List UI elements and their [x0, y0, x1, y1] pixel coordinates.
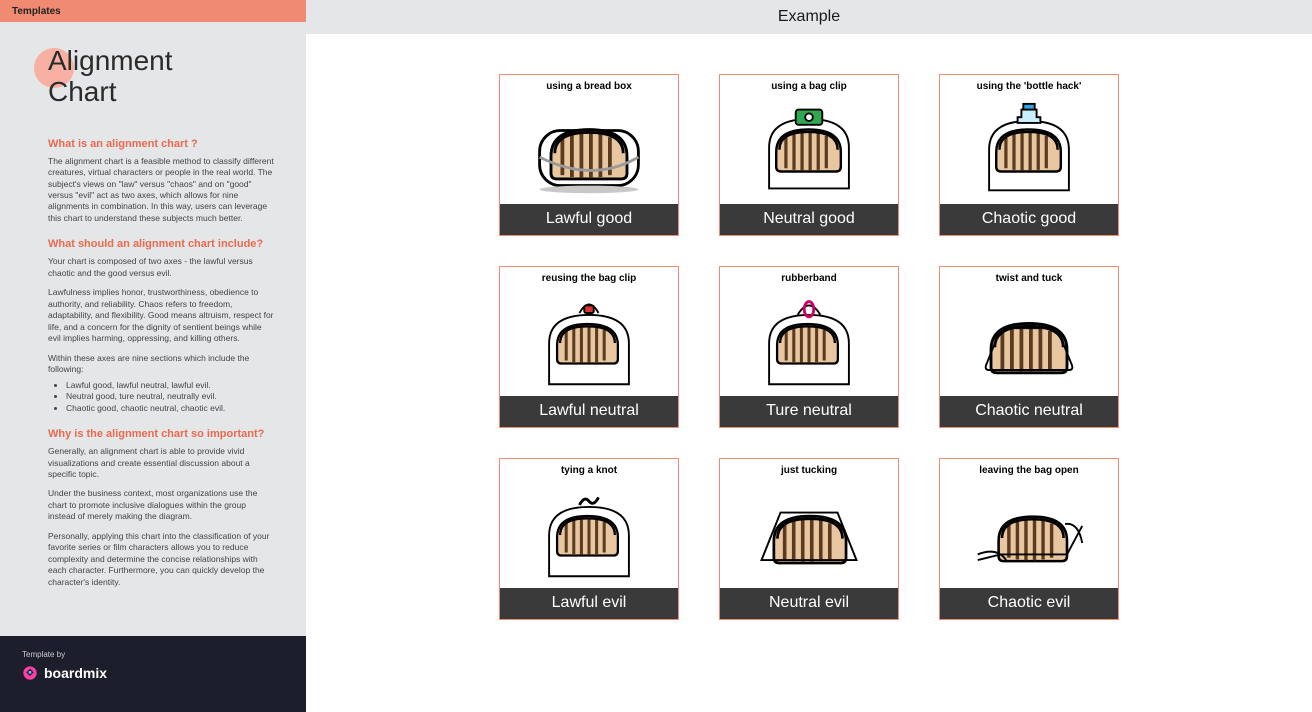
section-text: Lawfulness implies honor, trustworthines… — [48, 287, 274, 344]
list-item: Lawful good, lawful neutral, lawful evil… — [66, 380, 274, 391]
section-heading-why: Why is the alignment chart so important? — [48, 428, 274, 440]
cell-caption: using a bag clip — [720, 75, 898, 94]
section-text: Generally, an alignment chart is able to… — [48, 446, 274, 480]
section-text: Your chart is composed of two axes - the… — [48, 256, 274, 279]
section-list: Lawful good, lawful neutral, lawful evil… — [48, 380, 274, 414]
cell-chaotic-evil: leaving the bag open Chaotic evil — [939, 458, 1119, 620]
sidebar: Templates Alignment Chart What is an ali… — [0, 0, 306, 712]
bread-box-icon — [500, 94, 678, 204]
tab-templates[interactable]: Templates — [0, 6, 73, 17]
cell-label: Lawful good — [500, 204, 678, 235]
cell-label: Chaotic neutral — [940, 396, 1118, 427]
main-area: Example using a b — [306, 0, 1312, 712]
cell-label: Chaotic evil — [940, 588, 1118, 619]
sidebar-title-block: Alignment Chart — [0, 22, 306, 118]
cell-label: Ture neutral — [720, 396, 898, 427]
canvas: using a bread box Lawful good using a ba… — [306, 34, 1312, 712]
bottle-hack-icon — [940, 94, 1118, 204]
section-heading-what-is: What is an alignment chart ? — [48, 138, 274, 150]
cell-caption: just tucking — [720, 459, 898, 478]
section-text: Under the business context, most organiz… — [48, 488, 274, 522]
cell-chaotic-good: using the 'bottle hack' Chaotic good — [939, 74, 1119, 236]
cell-true-neutral: rubberband Ture neutral — [719, 266, 899, 428]
rubberband-icon — [720, 286, 898, 396]
cell-lawful-good: using a bread box Lawful good — [499, 74, 679, 236]
footer-brand[interactable]: boardmix — [22, 665, 284, 681]
section-text: Within these axes are nine sections whic… — [48, 353, 274, 376]
footer-byline: Template by — [22, 650, 284, 659]
boardmix-logo-icon — [22, 665, 38, 681]
cell-caption: leaving the bag open — [940, 459, 1118, 478]
sidebar-content: What is an alignment chart ? The alignme… — [0, 118, 306, 636]
alignment-grid: using a bread box Lawful good using a ba… — [499, 74, 1119, 620]
sidebar-footer: Template by boardmix — [0, 636, 306, 712]
section-text: Personally, applying this chart into the… — [48, 531, 274, 588]
list-item: Neutral good, ture neutral, neutrally ev… — [66, 391, 274, 402]
main-header: Example — [306, 0, 1312, 34]
tucking-icon — [720, 478, 898, 588]
cell-caption: twist and tuck — [940, 267, 1118, 286]
cell-lawful-neutral: reusing the bag clip Lawful neutral — [499, 266, 679, 428]
cell-neutral-good: using a bag clip Neutral good — [719, 74, 899, 236]
cell-caption: using the 'bottle hack' — [940, 75, 1118, 94]
cell-label: Lawful neutral — [500, 396, 678, 427]
list-item: Chaotic good, chaotic neutral, chaotic e… — [66, 403, 274, 414]
cell-lawful-evil: tying a knot Lawful evil — [499, 458, 679, 620]
knot-icon — [500, 478, 678, 588]
footer-brand-name: boardmix — [44, 665, 107, 681]
section-heading-include: What should an alignment chart include? — [48, 238, 274, 250]
bag-clip-icon — [720, 94, 898, 204]
open-bag-icon — [940, 478, 1118, 588]
sidebar-tab-bar: Templates — [0, 0, 306, 22]
cell-neutral-evil: just tucking Neutral evil — [719, 458, 899, 620]
cell-chaotic-neutral: twist and tuck Chaotic neutral — [939, 266, 1119, 428]
cell-label: Neutral good — [720, 204, 898, 235]
cell-caption: tying a knot — [500, 459, 678, 478]
main-title: Example — [778, 8, 840, 26]
reuse-clip-icon — [500, 286, 678, 396]
twist-tuck-icon — [940, 286, 1118, 396]
cell-label: Lawful evil — [500, 588, 678, 619]
cell-label: Neutral evil — [720, 588, 898, 619]
cell-label: Chaotic good — [940, 204, 1118, 235]
cell-caption: rubberband — [720, 267, 898, 286]
cell-caption: using a bread box — [500, 75, 678, 94]
cell-caption: reusing the bag clip — [500, 267, 678, 286]
section-text: The alignment chart is a feasible method… — [48, 156, 274, 225]
page-title: Alignment Chart — [48, 46, 306, 108]
